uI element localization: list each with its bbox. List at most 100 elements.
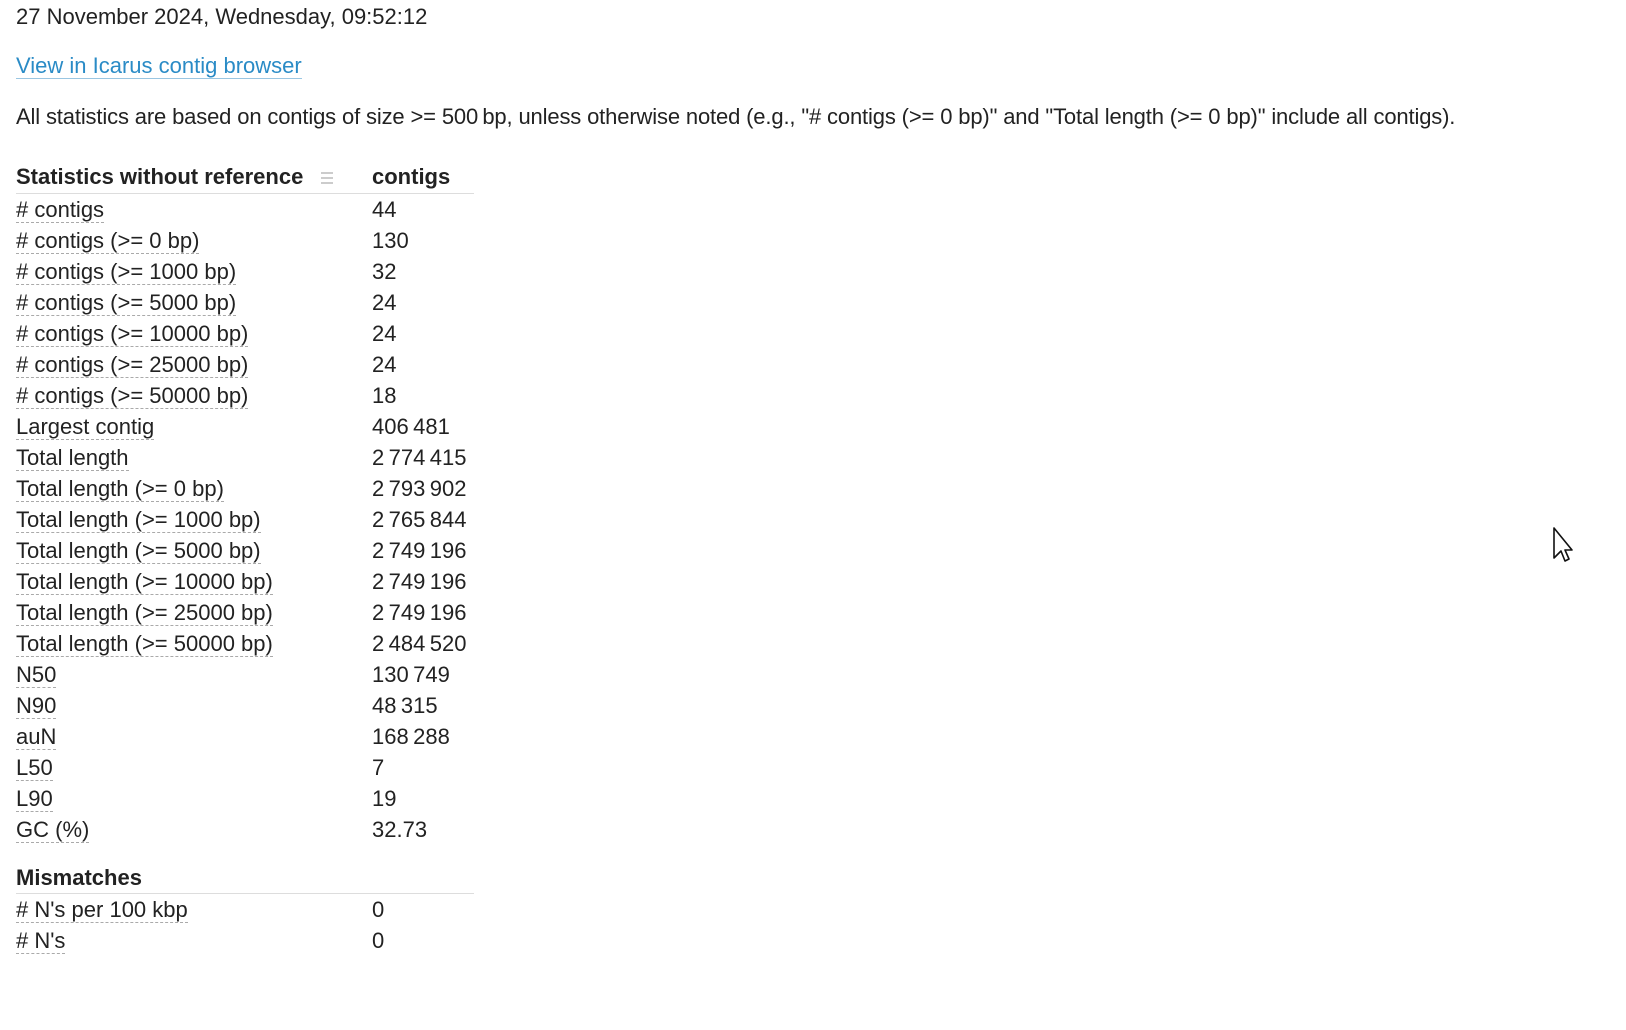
metric-cell: # contigs [16, 194, 372, 226]
drag-handle-icon[interactable] [321, 171, 334, 186]
table-row: # contigs (>= 5000 bp) 24 [16, 287, 474, 318]
metric-label: # contigs (>= 5000 bp) [16, 289, 237, 316]
metric-value: 48 315 [372, 692, 438, 718]
metric-label: # contigs (>= 10000 bp) [16, 320, 249, 347]
metric-cell: Total length (>= 0 bp) [16, 473, 372, 504]
metric-value: 2 793 902 [372, 475, 467, 501]
metric-cell: L50 [16, 752, 372, 783]
table-row: Total length (>= 0 bp) 2 793 902 [16, 473, 474, 504]
metric-cell: # N's per 100 kbp [16, 894, 372, 926]
group-header-mismatches: Mismatches [16, 845, 474, 894]
metric-label: Largest contig [16, 413, 155, 440]
metric-value: 406 481 [372, 413, 450, 439]
metric-label: Total length (>= 25000 bp) [16, 599, 273, 626]
metric-cell: auN [16, 721, 372, 752]
metric-value: 24 [372, 320, 397, 346]
table-row: Total length (>= 10000 bp) 2 749 196 [16, 566, 474, 597]
metric-cell: Total length (>= 25000 bp) [16, 597, 372, 628]
statistics-notice: All statistics are based on contigs of s… [16, 104, 1456, 129]
group-header-statistics-without-reference: Statistics without reference contigs [16, 161, 474, 194]
table-row: N90 48 315 [16, 690, 474, 721]
table-row: L50 7 [16, 752, 474, 783]
metric-label: Total length (>= 5000 bp) [16, 537, 261, 564]
table-row: auN 168 288 [16, 721, 474, 752]
metric-label: L50 [16, 754, 53, 781]
table-row: Total length (>= 50000 bp) 2 484 520 [16, 628, 474, 659]
group-title: Mismatches [16, 845, 372, 894]
metric-label: Total length (>= 1000 bp) [16, 506, 261, 533]
table-row: # contigs (>= 10000 bp) 24 [16, 318, 474, 349]
table-row: L90 19 [16, 783, 474, 814]
table-row: Total length (>= 5000 bp) 2 749 196 [16, 535, 474, 566]
metric-value: 0 [372, 896, 385, 922]
table-row: GC (%) 32.73 [16, 814, 474, 845]
metric-label: auN [16, 723, 57, 750]
metric-label: N50 [16, 661, 57, 688]
table-row: # contigs (>= 25000 bp) 24 [16, 349, 474, 380]
metric-label: # contigs (>= 0 bp) [16, 227, 200, 254]
metric-label: GC (%) [16, 816, 90, 843]
metric-value: 130 749 [372, 661, 450, 687]
metric-value: 32 [372, 258, 397, 284]
table-row: # contigs 44 [16, 194, 474, 226]
metric-label: # contigs (>= 25000 bp) [16, 351, 249, 378]
statistics-table: Statistics without reference contigs # c… [16, 161, 474, 956]
metric-cell: Total length (>= 50000 bp) [16, 628, 372, 659]
icarus-contig-browser-link[interactable]: View in Icarus contig browser [16, 54, 302, 79]
metric-value: 24 [372, 289, 397, 315]
metric-cell: Total length (>= 5000 bp) [16, 535, 372, 566]
metric-cell: # contigs (>= 1000 bp) [16, 256, 372, 287]
metric-label: Total length (>= 50000 bp) [16, 630, 273, 657]
metric-value: 2 484 520 [372, 630, 467, 656]
report-date: 27 November 2024, Wednesday, 09:52:12 [16, 4, 428, 29]
metric-value: 44 [372, 196, 397, 222]
metric-cell: Total length [16, 442, 372, 473]
metric-value: 7 [372, 754, 385, 780]
metric-cell: # contigs (>= 10000 bp) [16, 318, 372, 349]
metric-value: 2 749 196 [372, 568, 467, 594]
metric-label: # contigs (>= 50000 bp) [16, 382, 249, 409]
metric-cell: # contigs (>= 0 bp) [16, 225, 372, 256]
metric-label: N90 [16, 692, 57, 719]
table-row: # contigs (>= 50000 bp) 18 [16, 380, 474, 411]
metric-cell: # contigs (>= 25000 bp) [16, 349, 372, 380]
group-title-label: Statistics without reference [16, 164, 304, 189]
metric-value: 0 [372, 927, 385, 953]
group-title: Statistics without reference [16, 161, 372, 194]
metric-label: Total length (>= 10000 bp) [16, 568, 273, 595]
metric-cell: # contigs (>= 5000 bp) [16, 287, 372, 318]
table-row: Largest contig 406 481 [16, 411, 474, 442]
metric-value: 2 765 844 [372, 506, 467, 532]
metric-cell: N50 [16, 659, 372, 690]
metric-label: # N's [16, 927, 66, 954]
metric-value: 2 749 196 [372, 599, 467, 625]
metric-value: 19 [372, 785, 397, 811]
table-row: # N's 0 [16, 925, 474, 956]
table-row: Total length 2 774 415 [16, 442, 474, 473]
table-row: Total length (>= 1000 bp) 2 765 844 [16, 504, 474, 535]
mouse-pointer-icon [1553, 527, 1573, 562]
metric-value: 2 774 415 [372, 444, 467, 470]
table-row: # N's per 100 kbp 0 [16, 894, 474, 926]
metric-value: 168 288 [372, 723, 450, 749]
metric-label: # contigs (>= 1000 bp) [16, 258, 237, 285]
metric-value: 2 749 196 [372, 537, 467, 563]
metric-label: L90 [16, 785, 53, 812]
metric-cell: # contigs (>= 50000 bp) [16, 380, 372, 411]
table-row: # contigs (>= 1000 bp) 32 [16, 256, 474, 287]
metric-label: # N's per 100 kbp [16, 896, 188, 923]
metric-value: 24 [372, 351, 397, 377]
metric-cell: N90 [16, 690, 372, 721]
metric-value: 32.73 [372, 816, 428, 842]
table-row: Total length (>= 25000 bp) 2 749 196 [16, 597, 474, 628]
table-row: # contigs (>= 0 bp) 130 [16, 225, 474, 256]
metric-label: Total length [16, 444, 129, 471]
metric-cell: Total length (>= 1000 bp) [16, 504, 372, 535]
metric-value: 18 [372, 382, 397, 408]
column-header-contigs: contigs [372, 161, 474, 194]
metric-label: Total length (>= 0 bp) [16, 475, 224, 502]
metric-cell: GC (%) [16, 814, 372, 845]
table-row: N50 130 749 [16, 659, 474, 690]
statistics-table-body: Statistics without reference contigs # c… [16, 161, 474, 956]
metric-cell: # N's [16, 925, 372, 956]
